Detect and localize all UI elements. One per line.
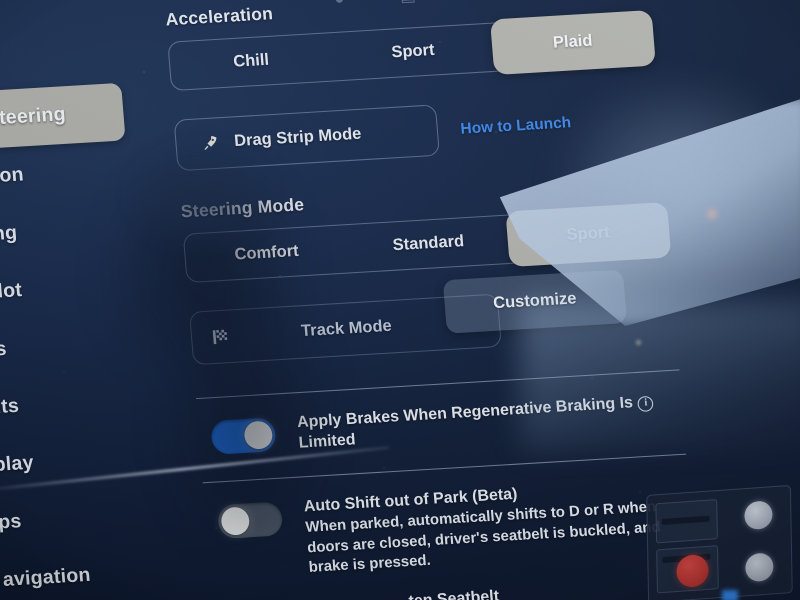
sidebar-item-label: nts xyxy=(0,395,20,419)
sidebar-item-label: pilot xyxy=(0,279,23,304)
checkered-flag-icon xyxy=(212,329,228,345)
segment-label: Sport xyxy=(390,41,436,62)
auto-shift-out-of-park-toggle[interactable] xyxy=(216,501,284,539)
settings-sidebar: ls & Steering nsion ging pilot ks nts pl… xyxy=(0,23,201,600)
sidebar-item-label: avigation xyxy=(2,564,92,592)
segment-label: Sport xyxy=(565,224,611,245)
segment-label: Standard xyxy=(392,232,465,255)
drag-strip-row: Drag Strip Mode How to Launch xyxy=(173,91,661,172)
sidebar-item-controls[interactable]: ls xyxy=(0,23,155,93)
sidebar-item-label: ps xyxy=(0,510,23,534)
apply-brakes-regen-text: Apply Brakes When Regenerative Braking I… xyxy=(296,389,684,454)
sidebar-item-navigation[interactable]: avigation xyxy=(0,541,197,600)
auto-shift-out-of-park-text: Auto Shift out of Park (Beta) When parke… xyxy=(303,473,694,578)
segment-label: Plaid xyxy=(552,32,594,52)
settings-content: Acceleration Chill Sport Plaid Drag Stri… xyxy=(165,0,698,600)
sidebar-item-label: nsion xyxy=(0,163,25,189)
info-icon[interactable]: i xyxy=(637,395,655,412)
drag-strip-mode-button[interactable]: Drag Strip Mode xyxy=(173,104,440,172)
steering-option-standard[interactable]: Standard xyxy=(346,216,512,273)
sidebar-item-label: & Steering xyxy=(0,103,67,131)
steering-option-comfort[interactable]: Comfort xyxy=(184,225,350,282)
sidebar-item-label: ging xyxy=(0,222,19,247)
acceleration-option-chill[interactable]: Chill xyxy=(168,33,334,90)
drag-strip-mode-label: Drag Strip Mode xyxy=(233,125,363,151)
segment-label: Chill xyxy=(232,51,270,71)
acceleration-option-sport[interactable]: Sport xyxy=(330,24,496,81)
rocket-icon xyxy=(204,136,217,150)
tesla-touchscreen-photo: ● ▤ ▲ ▂▄▆ ls & Steering nsion ging pilot xyxy=(0,0,800,600)
how-to-launch-link[interactable]: How to Launch xyxy=(460,113,572,137)
track-mode-label: Track Mode xyxy=(300,317,393,341)
track-mode-row: Track Mode Customize xyxy=(189,269,677,366)
apply-brakes-regen-toggle[interactable] xyxy=(210,417,277,455)
customize-button[interactable]: Customize xyxy=(442,269,628,334)
customize-label: Customize xyxy=(492,289,578,313)
apply-brakes-regen-title: Apply Brakes When Regenerative Braking I… xyxy=(296,390,684,454)
acceleration-option-plaid[interactable]: Plaid xyxy=(489,10,656,76)
sidebar-item-label: ks xyxy=(0,338,8,362)
toggle-knob xyxy=(243,420,274,450)
toggle-knob xyxy=(220,506,251,536)
steering-option-sport[interactable]: Sport xyxy=(505,201,672,268)
segment-label: Comfort xyxy=(233,242,300,264)
sidebar-item-label: play xyxy=(0,452,35,477)
settings-screen: ● ▤ ▲ ▂▄▆ ls & Steering nsion ging pilot xyxy=(0,0,775,600)
